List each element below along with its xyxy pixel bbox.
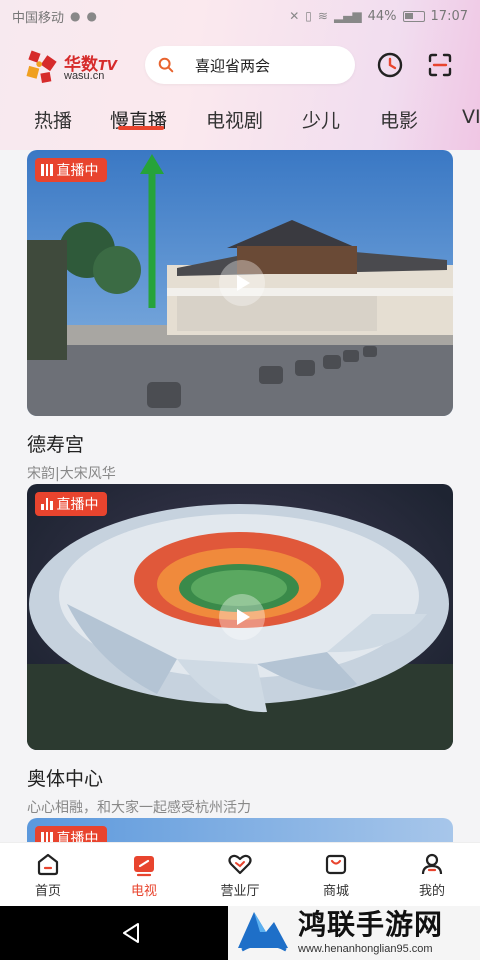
carrier-label: 中国移动 xyxy=(12,10,65,26)
card-title[interactable]: 德寿宫 xyxy=(27,430,453,457)
tv-icon xyxy=(134,856,154,877)
mute-icon: ✕ xyxy=(289,9,300,23)
home-icon xyxy=(37,853,59,876)
live-bars-icon xyxy=(41,164,53,176)
card-subtitle: 心心相融，和大家一起感受杭州活力 xyxy=(27,800,251,816)
search-hint: 喜迎省两会 xyxy=(195,56,271,75)
user-icon xyxy=(421,853,443,875)
message-icon: ● xyxy=(86,9,97,23)
play-icon xyxy=(237,609,250,625)
app-header: 华数TV wasu.cn 喜迎省两会 xyxy=(0,40,480,92)
card-subtitle: 宋韵|大宋风华 xyxy=(27,466,116,482)
tab-tv-series[interactable]: 电视剧 xyxy=(206,106,263,133)
live-card[interactable]: 直播中 奥体中心 心心相融，和大家一起感受杭州活力 xyxy=(27,484,453,817)
live-bars-icon xyxy=(41,498,53,510)
scan-icon[interactable] xyxy=(426,51,454,79)
signal-icon: ▂▄▆ xyxy=(333,9,362,23)
history-icon[interactable] xyxy=(376,51,404,79)
card-title[interactable]: 奥体中心 xyxy=(27,764,453,791)
nav-tv[interactable]: 电视 xyxy=(96,843,192,907)
clock: 17:07 xyxy=(430,8,468,24)
search-bar[interactable]: 喜迎省两会 xyxy=(145,46,355,84)
live-badge-label: 直播中 xyxy=(56,163,99,179)
tab-hot[interactable]: 热播 xyxy=(34,106,72,133)
vibrate-icon: ▯ xyxy=(305,9,312,23)
battery-icon xyxy=(402,10,425,22)
watermark-logo-icon xyxy=(238,912,288,952)
live-thumbnail[interactable]: 直播中 xyxy=(27,150,453,416)
bottom-nav: 首页 电视 营业厅 商城 我的 xyxy=(0,842,480,906)
nav-home[interactable]: 首页 xyxy=(0,843,96,907)
nav-label: 商城 xyxy=(322,884,349,899)
wasu-logo-icon xyxy=(26,50,57,83)
play-button[interactable] xyxy=(219,594,265,640)
nav-label: 我的 xyxy=(418,884,445,899)
heart-icon xyxy=(228,854,252,875)
wasu-logo[interactable]: 华数TV wasu.cn xyxy=(24,46,134,90)
live-card[interactable]: 直播中 德寿宫 宋韵|大宋风华 xyxy=(27,150,453,483)
notification-icon: ● xyxy=(70,9,81,23)
play-icon xyxy=(237,275,250,291)
nav-label: 首页 xyxy=(34,884,61,899)
live-badge: 直播中 xyxy=(35,492,107,516)
watermark-url: www.henanhonglian95.com xyxy=(298,943,433,955)
status-bar: 中国移动 ● ● ✕ ▯ ≋ ▂▄▆ 44% 17:07 xyxy=(0,0,480,32)
tab-kids[interactable]: 少儿 xyxy=(302,106,340,133)
watermark-title: 鸿联手游网 xyxy=(298,908,444,941)
site-watermark: 鸿联手游网 www.henanhonglian95.com xyxy=(228,898,480,960)
shop-icon xyxy=(325,854,347,875)
live-thumbnail[interactable]: 直播中 xyxy=(27,484,453,750)
logo-domain: wasu.cn xyxy=(64,70,105,82)
play-button[interactable] xyxy=(219,260,265,306)
active-tab-indicator xyxy=(118,126,164,130)
live-badge-label: 直播中 xyxy=(56,497,99,513)
nav-label: 电视 xyxy=(130,884,157,899)
nav-label: 营业厅 xyxy=(220,884,260,899)
category-tabs: 热播 慢直播 电视剧 少儿 电影 VI xyxy=(0,100,480,140)
live-badge: 直播中 xyxy=(35,158,107,182)
search-icon xyxy=(158,57,174,73)
tab-vip[interactable]: VI xyxy=(462,106,480,128)
wifi-icon: ≋ xyxy=(317,9,328,23)
battery-percent: 44% xyxy=(367,8,397,24)
tab-movies[interactable]: 电影 xyxy=(380,106,418,133)
back-icon[interactable] xyxy=(120,921,144,945)
